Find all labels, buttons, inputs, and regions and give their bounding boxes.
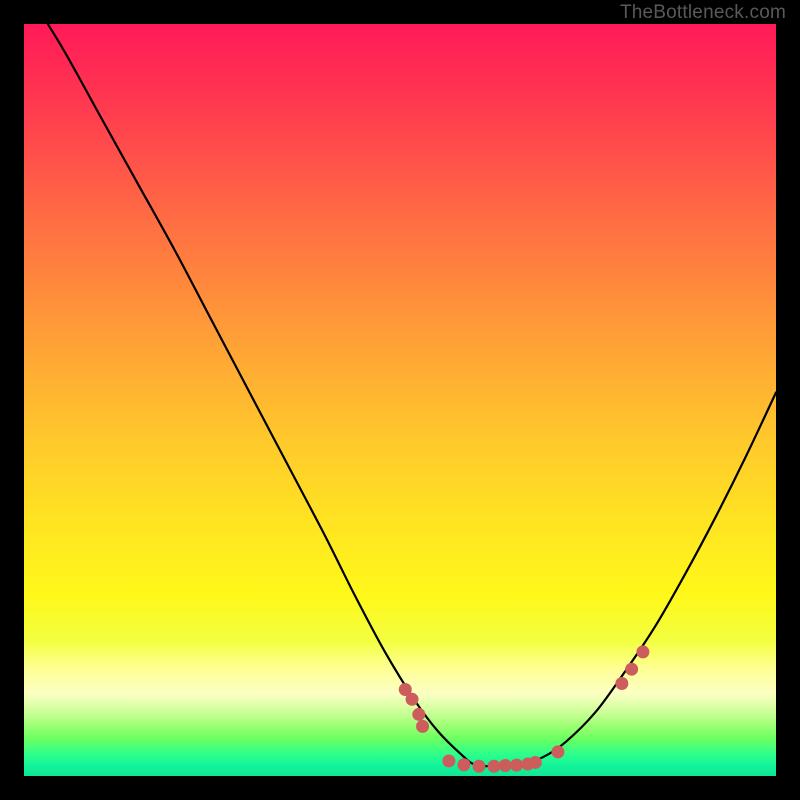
marker-dot [472, 760, 485, 773]
marker-dot [406, 693, 419, 706]
chart-container: TheBottleneck.com [0, 0, 800, 800]
marker-dot [412, 708, 425, 721]
marker-dot [636, 645, 649, 658]
chart-svg [24, 24, 776, 776]
marker-dot [457, 758, 470, 771]
marker-dot [615, 677, 628, 690]
bottleneck-curve [24, 24, 776, 766]
marker-dot [442, 754, 455, 767]
plot-area [24, 24, 776, 776]
watermark-text: TheBottleneck.com [620, 2, 786, 24]
marker-dot [510, 759, 523, 772]
marker-dot [551, 745, 564, 758]
marker-dot [625, 663, 638, 676]
marker-dot [499, 759, 512, 772]
marker-dot [529, 756, 542, 769]
marker-dot [416, 720, 429, 733]
marker-dot [488, 760, 501, 773]
curve-markers [399, 645, 650, 772]
